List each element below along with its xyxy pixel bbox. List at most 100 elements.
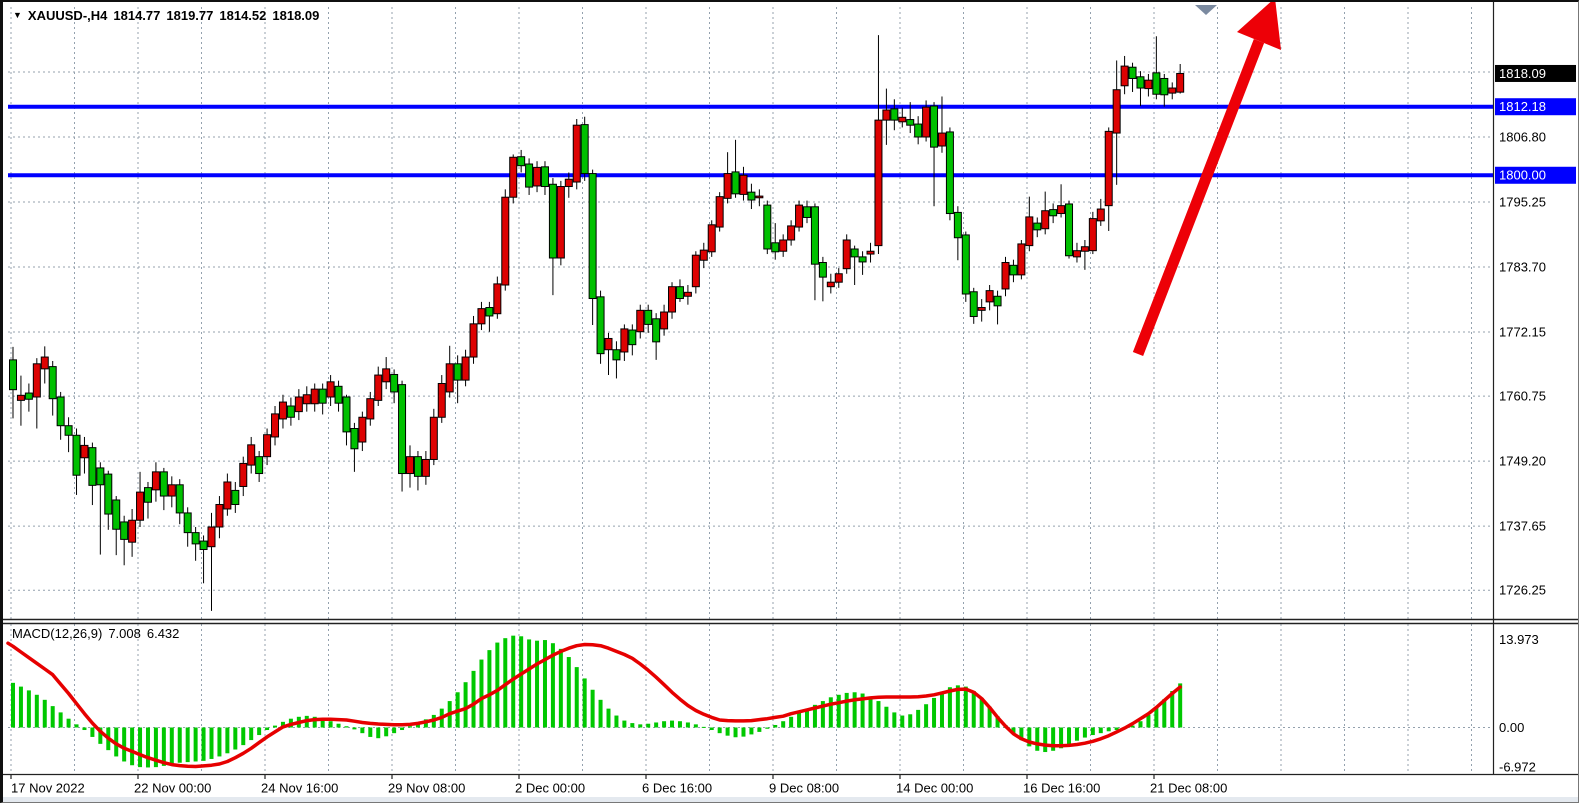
candle — [1010, 260, 1017, 283]
candle — [541, 161, 548, 195]
candle-body — [613, 350, 620, 360]
candle-body — [192, 533, 199, 544]
candle — [105, 471, 112, 530]
macd-histogram-bar — [1099, 728, 1103, 734]
candle-body — [1066, 204, 1073, 256]
x-axis-label: 21 Dec 08:00 — [1150, 780, 1227, 795]
candle-body — [430, 417, 437, 459]
candle-body — [621, 329, 628, 352]
candle — [438, 375, 445, 423]
macd-histogram-bar — [622, 721, 626, 728]
macd-axis-label: -6.972 — [1499, 759, 1536, 774]
candle-body — [946, 132, 953, 214]
candle — [256, 451, 263, 482]
candle — [891, 99, 898, 130]
candle — [621, 324, 628, 361]
macd-histogram-bar — [1075, 728, 1079, 741]
macd-histogram-bar — [368, 728, 372, 737]
candle-body — [168, 485, 175, 496]
candle-body — [1089, 219, 1096, 251]
candle-body — [526, 164, 533, 187]
candle — [1026, 197, 1033, 252]
candle-body — [486, 308, 493, 316]
candle-body — [629, 330, 636, 345]
candle — [796, 201, 803, 232]
candle — [303, 386, 310, 411]
candle-body — [57, 397, 64, 426]
candle-body — [367, 399, 374, 419]
candle-body — [502, 197, 509, 285]
candle-body — [724, 174, 731, 199]
candle-body — [557, 187, 564, 258]
candle — [311, 383, 318, 411]
macd-histogram-bar — [964, 687, 968, 728]
macd-histogram-bar — [829, 697, 833, 727]
candle-body — [843, 240, 850, 269]
macd-histogram-bar — [384, 728, 388, 737]
candle — [954, 206, 961, 260]
macd-histogram-bar — [638, 724, 642, 727]
macd-histogram-bar — [900, 716, 904, 728]
candle-body — [335, 386, 342, 403]
candle — [295, 389, 302, 420]
symbol-dropdown-icon[interactable]: ▼ — [13, 10, 22, 20]
candle-body — [915, 124, 922, 137]
candle — [49, 361, 56, 416]
candle-body — [740, 175, 747, 194]
macd-histogram-bar — [837, 695, 841, 728]
macd-histogram-bar — [670, 721, 674, 728]
candle-body — [669, 287, 676, 312]
candle-body — [1042, 211, 1049, 229]
candle-body — [17, 395, 24, 400]
candle — [1169, 82, 1176, 99]
candle — [279, 395, 286, 429]
candle-body — [216, 504, 223, 527]
candle — [1177, 64, 1184, 94]
candle-body — [33, 364, 40, 397]
candle — [1073, 243, 1080, 263]
candle-body — [684, 292, 691, 296]
candle-body — [200, 541, 207, 549]
candle-body — [748, 192, 755, 200]
candle-body — [1121, 66, 1128, 86]
candle — [1161, 74, 1168, 107]
macd-histogram-bar — [1035, 728, 1039, 751]
candle — [780, 234, 787, 257]
macd-histogram-bar — [614, 716, 618, 728]
macd-histogram-bar — [130, 728, 134, 766]
candle — [1137, 71, 1144, 106]
x-axis-label: 16 Dec 16:00 — [1023, 780, 1100, 795]
macd-histogram-bar — [630, 723, 634, 727]
candle — [732, 140, 739, 198]
macd-histogram-bar — [884, 707, 888, 728]
macd-histogram-bar — [1083, 728, 1087, 738]
candle — [899, 108, 906, 128]
candle — [986, 285, 993, 310]
macd-histogram-bar — [940, 692, 944, 728]
macd-histogram-bar — [607, 709, 611, 728]
candle-body — [256, 457, 263, 474]
candle-body — [351, 429, 358, 449]
candle-body — [923, 107, 930, 137]
candle — [835, 268, 842, 288]
candle-body — [994, 296, 1001, 306]
candle — [113, 496, 120, 555]
candle — [1129, 63, 1136, 92]
candle — [383, 357, 390, 389]
macd-histogram-bar — [559, 649, 563, 728]
trend-arrow-drawing[interactable] — [1138, 2, 1281, 354]
macd-histogram-bar — [241, 728, 245, 746]
macd-histogram-bar — [924, 704, 928, 727]
candle-body — [978, 308, 985, 311]
candle-body — [827, 282, 834, 287]
candle — [1034, 217, 1041, 237]
macd-histogram-bar — [495, 643, 499, 728]
candle — [25, 383, 32, 411]
macd-histogram-bar — [662, 721, 666, 727]
candle — [764, 201, 771, 254]
candle-body — [105, 474, 112, 514]
candle — [192, 527, 199, 561]
candle-body — [399, 385, 406, 474]
macd-histogram-bar — [400, 728, 404, 731]
candle-body — [438, 383, 445, 417]
